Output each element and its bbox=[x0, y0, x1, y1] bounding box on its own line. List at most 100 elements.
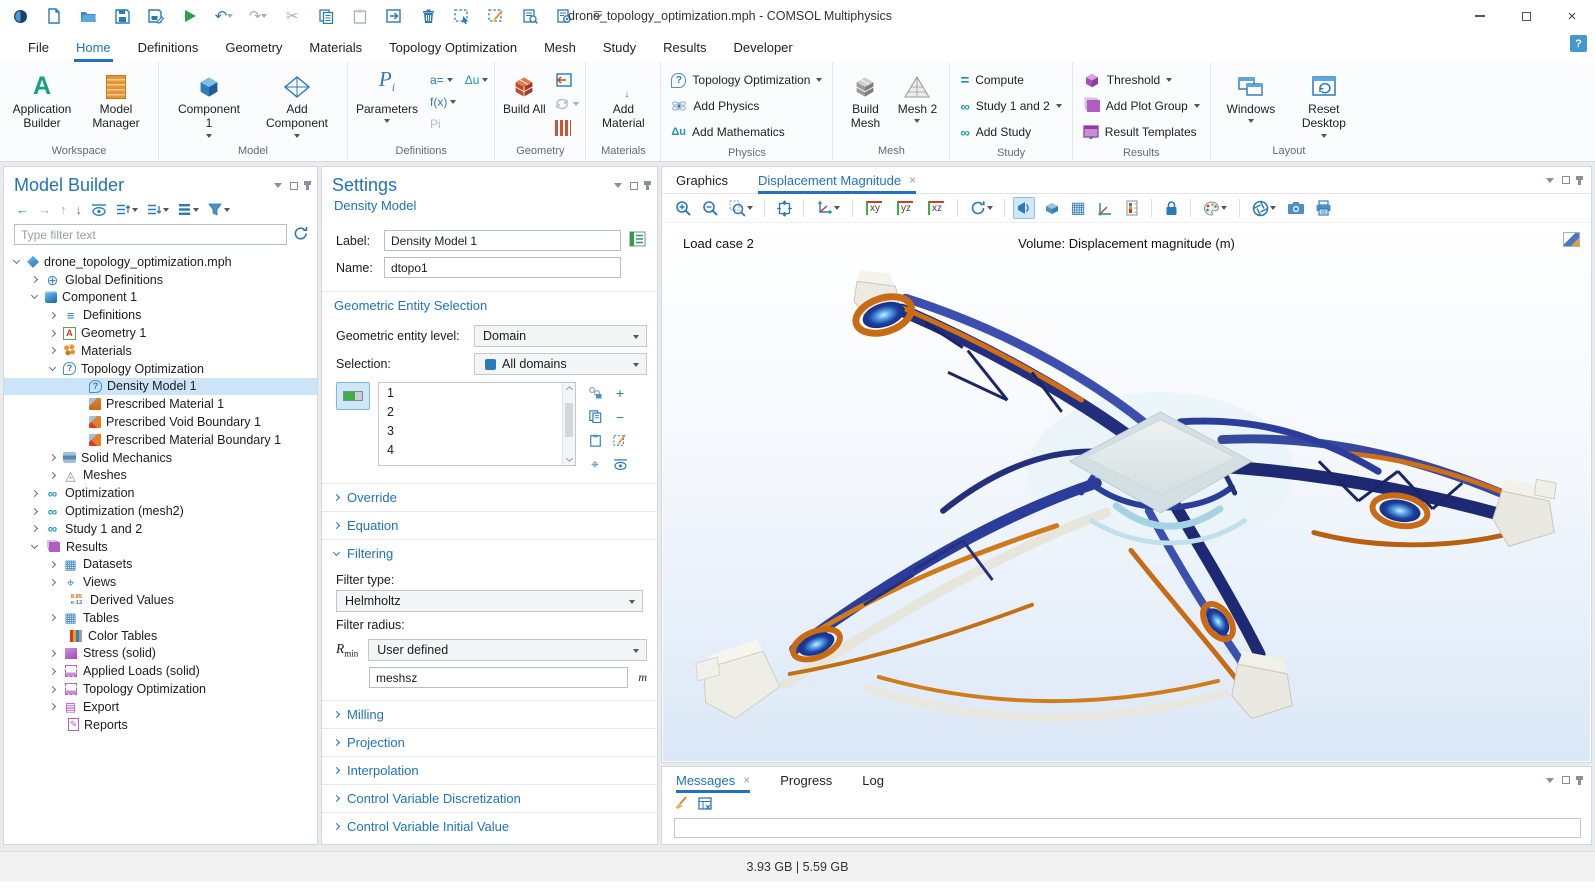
panel-pin-icon[interactable] bbox=[646, 181, 649, 190]
rebuild-dropdown[interactable] bbox=[555, 95, 579, 113]
scene-effects-button[interactable] bbox=[1248, 197, 1280, 219]
add-to-selection-icon[interactable]: + bbox=[609, 382, 631, 403]
section-filtering[interactable]: Filtering bbox=[322, 539, 657, 567]
collapse-all-button[interactable] bbox=[147, 203, 169, 216]
reset-desktop-button[interactable]: Reset Desktop bbox=[1293, 67, 1355, 138]
forward-button[interactable]: → bbox=[38, 202, 51, 217]
panel-pin-icon[interactable] bbox=[306, 181, 309, 190]
parameters-button[interactable]: PiParameters bbox=[354, 67, 420, 123]
section-override[interactable]: Override bbox=[322, 483, 657, 511]
panel-menu-icon[interactable] bbox=[1546, 778, 1554, 783]
import-icon[interactable] bbox=[555, 71, 579, 89]
panel-menu-icon[interactable] bbox=[614, 183, 622, 188]
graphics-canvas[interactable]: Load case 2 Volume: Displacement magnitu… bbox=[663, 224, 1590, 761]
redo-button[interactable]: ↷ bbox=[248, 7, 268, 25]
close-tab-icon[interactable]: × bbox=[743, 773, 750, 787]
section-geometric-entity-selection[interactable]: Geometric Entity Selection bbox=[322, 291, 657, 319]
expand-chevron[interactable] bbox=[49, 347, 56, 354]
expand-chevron[interactable] bbox=[49, 668, 56, 675]
section-equation[interactable]: Equation bbox=[322, 511, 657, 539]
remove-from-selection-icon[interactable]: − bbox=[609, 406, 631, 427]
view-xy-button[interactable]: xy bbox=[861, 197, 887, 219]
tab-progress[interactable]: Progress bbox=[780, 767, 832, 793]
move-up-button[interactable]: ↑ bbox=[60, 202, 67, 217]
expand-chevron[interactable] bbox=[49, 312, 56, 319]
expand-chevron[interactable] bbox=[49, 685, 56, 692]
default-view-button[interactable] bbox=[812, 197, 844, 219]
add-material-button[interactable]: ↓Add Material bbox=[592, 67, 654, 131]
view-xz-button[interactable]: xz bbox=[923, 197, 949, 219]
tree-item-views[interactable]: ⌖Views bbox=[4, 573, 317, 591]
tab-mesh[interactable]: Mesh bbox=[544, 32, 576, 62]
filter-type-dropdown[interactable]: Helmholtz bbox=[336, 590, 643, 612]
section-projection[interactable]: Projection bbox=[322, 728, 657, 756]
lock-view-button[interactable] bbox=[1160, 197, 1182, 219]
model-tree-nodes-button[interactable] bbox=[178, 203, 199, 216]
element-node-icon[interactable] bbox=[629, 231, 647, 250]
nonlocal-couplings-button[interactable]: Δu bbox=[465, 71, 489, 89]
clear-selection-icon[interactable] bbox=[609, 430, 631, 451]
tree-item-topology-optimization[interactable]: ?Topology Optimization bbox=[4, 360, 317, 378]
delete-icon[interactable] bbox=[418, 7, 438, 25]
tab-graphics-window[interactable]: Graphics bbox=[676, 167, 728, 194]
color-legend-toggle[interactable] bbox=[1121, 197, 1143, 219]
section-control-variable-discretization[interactable]: Control Variable Discretization bbox=[322, 784, 657, 812]
expand-chevron[interactable] bbox=[49, 472, 56, 479]
perspective-toggle[interactable] bbox=[1013, 197, 1035, 219]
zoom-to-selection-button[interactable] bbox=[726, 197, 756, 219]
tab-log[interactable]: Log bbox=[862, 767, 884, 793]
filter-button[interactable] bbox=[208, 203, 230, 216]
zoom-out-button[interactable] bbox=[699, 197, 721, 219]
move-down-button[interactable]: ↓ bbox=[76, 202, 83, 217]
panel-float-icon[interactable] bbox=[630, 182, 638, 190]
scene-light-button[interactable] bbox=[1040, 197, 1062, 219]
move-to-icon[interactable] bbox=[384, 7, 404, 25]
tab-home[interactable]: Home bbox=[76, 32, 111, 62]
tab-messages[interactable]: Messages× bbox=[676, 767, 750, 793]
clear-selection-icon[interactable] bbox=[486, 7, 506, 25]
filter-input[interactable] bbox=[14, 224, 287, 245]
expand-chevron[interactable] bbox=[31, 508, 38, 515]
panel-float-icon[interactable] bbox=[290, 182, 298, 190]
color-palette-button[interactable] bbox=[1199, 197, 1231, 219]
model-manager-button[interactable]: Model Manager bbox=[80, 67, 152, 131]
variables-button[interactable]: a= bbox=[430, 71, 453, 89]
tree-item-optimization-mesh2[interactable]: ∞Optimization (mesh2) bbox=[4, 502, 317, 520]
tree-item-meshes[interactable]: ◬Meshes bbox=[4, 467, 317, 485]
undo-button[interactable]: ↶ bbox=[214, 7, 234, 25]
panel-menu-icon[interactable] bbox=[1546, 178, 1554, 183]
tree-item-prescribed-void-boundary-1[interactable]: Prescribed Void Boundary 1 bbox=[4, 413, 317, 431]
panel-pin-icon[interactable] bbox=[1578, 176, 1581, 185]
tree-item-tables[interactable]: ▦Tables bbox=[4, 609, 317, 627]
tree-item-study-1-and-2[interactable]: ∞Study 1 and 2 bbox=[4, 520, 317, 538]
section-control-variable-initial-value[interactable]: Control Variable Initial Value bbox=[322, 812, 657, 840]
panel-float-icon[interactable] bbox=[1562, 176, 1570, 184]
tree-item-color-tables[interactable]: Color Tables bbox=[4, 627, 317, 645]
collapse-chevron[interactable] bbox=[31, 292, 38, 299]
drone-topology-3d-model[interactable] bbox=[663, 224, 1590, 761]
expand-chevron[interactable] bbox=[49, 330, 56, 337]
tab-geometry[interactable]: Geometry bbox=[225, 32, 282, 62]
add-component-button[interactable]: Add Component bbox=[261, 67, 333, 138]
functions-button[interactable]: f(x) bbox=[430, 93, 488, 111]
copy-selection-icon[interactable] bbox=[584, 406, 606, 427]
tab-study[interactable]: Study bbox=[603, 32, 636, 62]
tree-item-optimization[interactable]: ∞Optimization bbox=[4, 484, 317, 502]
tree-item-geometry-1[interactable]: AGeometry 1 bbox=[4, 324, 317, 342]
expand-chevron[interactable] bbox=[49, 454, 56, 461]
tree-item-definitions[interactable]: ≡Definitions bbox=[4, 306, 317, 324]
section-milling[interactable]: Milling bbox=[322, 700, 657, 728]
back-button[interactable]: ← bbox=[16, 202, 29, 217]
tree-item-topology-optimization-plot[interactable]: Topology Optimization bbox=[4, 680, 317, 698]
zoom-extents-button[interactable] bbox=[773, 197, 795, 219]
collapse-chevron[interactable] bbox=[49, 364, 56, 371]
tab-materials[interactable]: Materials bbox=[309, 32, 362, 62]
screenshot-button[interactable] bbox=[1285, 197, 1307, 219]
section-interpolation[interactable]: Interpolation bbox=[322, 756, 657, 784]
save-as-icon[interactable] bbox=[146, 7, 166, 25]
copy-table-icon[interactable] bbox=[698, 797, 713, 814]
run-icon[interactable] bbox=[180, 7, 200, 25]
panel-float-icon[interactable] bbox=[1562, 776, 1570, 784]
domain-list-item[interactable]: 4 bbox=[379, 440, 575, 459]
add-plot-group-button[interactable]: Add Plot Group bbox=[1083, 94, 1200, 118]
